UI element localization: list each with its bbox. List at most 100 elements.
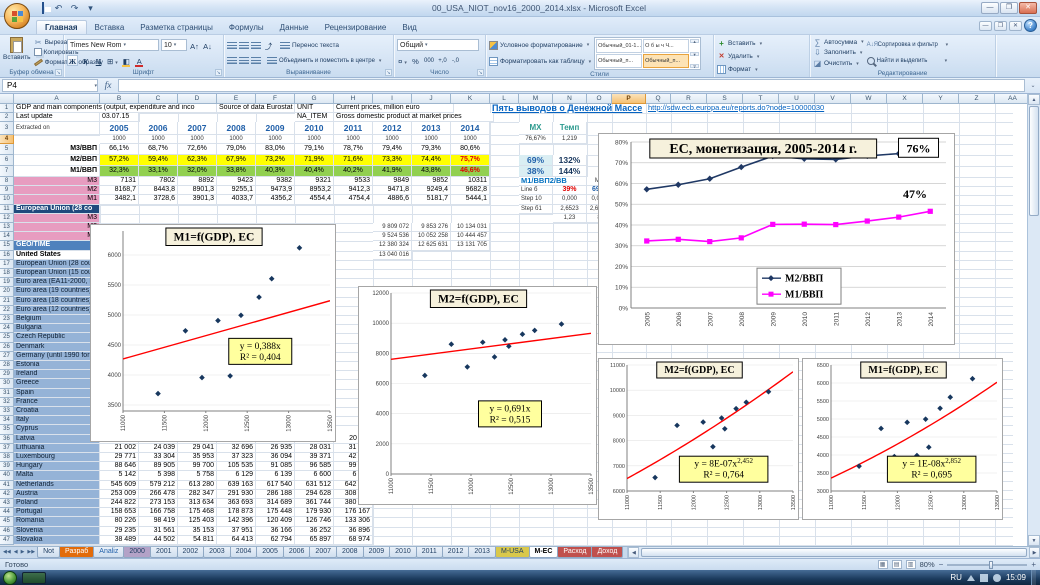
number-format-combo[interactable]: Общий▾ <box>397 39 479 51</box>
cell-A1[interactable]: GDP and main components (output, expendi… <box>14 104 217 113</box>
cell-A12[interactable]: М3 <box>14 214 100 223</box>
cell-H47[interactable]: 68 974 <box>334 536 373 545</box>
cell-C6[interactable]: 59,4% <box>139 155 178 166</box>
cell-A10[interactable]: М1 <box>14 195 100 204</box>
cell-B10[interactable]: 3482,1 <box>100 195 139 204</box>
cell-B42[interactable]: 253 009 <box>100 490 139 499</box>
column-header-U[interactable]: U <box>779 94 815 104</box>
name-box[interactable]: P4▾ <box>2 79 98 92</box>
borders-button[interactable]: ⊞▾ <box>106 55 119 66</box>
column-header-E[interactable]: E <box>217 94 256 104</box>
cell-E42[interactable]: 291 930 <box>217 490 256 499</box>
cell-C9[interactable]: 8443,8 <box>139 186 178 195</box>
cell-D45[interactable]: 125 403 <box>178 517 217 526</box>
row-header-28[interactable]: 28 <box>0 361 14 370</box>
merge-center-button[interactable]: Объединить и поместить в центре▾ <box>267 56 385 66</box>
cell-E41[interactable]: 639 163 <box>217 481 256 490</box>
cell-A26[interactable]: Denmark <box>14 343 100 352</box>
cell-A29[interactable]: Ireland <box>14 370 100 379</box>
alignment-dialog-launcher[interactable]: ↘ <box>385 69 392 76</box>
cell-A14[interactable]: М1 <box>14 232 100 241</box>
cell-K5[interactable]: 80,6% <box>451 144 490 155</box>
column-header-P[interactable]: P <box>612 94 646 104</box>
row-header-44[interactable]: 44 <box>0 508 14 517</box>
column-header-V[interactable]: V <box>815 94 851 104</box>
fill-button[interactable]: ⇩Заполнить▾ <box>813 48 864 58</box>
zoom-slider[interactable] <box>947 564 1027 566</box>
cell-A32[interactable]: France <box>14 398 100 407</box>
cell-G3[interactable]: 2010 <box>295 122 334 135</box>
cell-F8[interactable]: 9382 <box>256 177 295 186</box>
undo-button[interactable]: ↶ <box>52 2 65 14</box>
zoom-in-button[interactable]: + <box>1031 560 1036 569</box>
column-header-AA[interactable]: AA <box>995 94 1027 104</box>
row-header-10[interactable]: 10 <box>0 195 14 204</box>
scroll-down-button[interactable]: ▼ <box>1028 535 1040 546</box>
cell-F3[interactable]: 2009 <box>256 122 295 135</box>
decrease-decimal-button[interactable]: -,0 <box>450 55 461 66</box>
cell-C39[interactable]: 89 905 <box>139 462 178 471</box>
cell-H4[interactable]: 1000 <box>334 135 373 144</box>
cell-H10[interactable]: 4754,4 <box>334 195 373 204</box>
row-header-15[interactable]: 15 <box>0 241 14 250</box>
sheet-tab-2003[interactable]: 2003 <box>203 547 231 558</box>
sheet-tab-M-USA[interactable]: M-USA <box>495 547 530 558</box>
cell-G2[interactable]: NA_ITEM <box>295 113 334 122</box>
row-header-21[interactable]: 21 <box>0 297 14 306</box>
cell-I6[interactable]: 73,3% <box>373 155 412 166</box>
row-header-25[interactable]: 25 <box>0 333 14 342</box>
cell-A42[interactable]: Austria <box>14 490 100 499</box>
cell-A25[interactable]: Czech Republic <box>14 333 100 342</box>
vertical-scrollbar[interactable]: ▲ ▼ <box>1027 94 1040 546</box>
cell-G6[interactable]: 71,9% <box>295 155 334 166</box>
cell-K13[interactable]: 10 134 031 <box>451 223 490 232</box>
cell-B3[interactable]: 2005 <box>100 122 139 135</box>
sheet-tab-2007[interactable]: 2007 <box>309 547 337 558</box>
cell-D5[interactable]: 72,6% <box>178 144 217 155</box>
cell-D44[interactable]: 175 468 <box>178 508 217 517</box>
sheet-tab-2005[interactable]: 2005 <box>256 547 284 558</box>
zoom-out-button[interactable]: − <box>939 560 944 569</box>
cell-D46[interactable]: 35 153 <box>178 527 217 536</box>
clear-button[interactable]: ◪Очистить▾ <box>813 59 864 69</box>
shrink-font-button[interactable]: А↓ <box>202 40 213 51</box>
row-header-1[interactable]: 1 <box>0 104 14 113</box>
cell-C47[interactable]: 44 502 <box>139 536 178 545</box>
cell-G10[interactable]: 4554,4 <box>295 195 334 204</box>
row-header-38[interactable]: 38 <box>0 453 14 462</box>
cell-D10[interactable]: 3901,3 <box>178 195 217 204</box>
chart-eu-monetization[interactable]: 0%10%20%30%40%50%60%70%80%20052006200720… <box>598 133 955 345</box>
cell-F42[interactable]: 286 188 <box>256 490 295 499</box>
cell-B45[interactable]: 80 226 <box>100 517 139 526</box>
cell-K14[interactable]: 10 444 457 <box>451 232 490 241</box>
cell-F39[interactable]: 91 085 <box>256 462 295 471</box>
cell-B7[interactable]: 32,3% <box>100 166 139 177</box>
sort-filter-button[interactable]: А↓ЯСортировка и фильтр▾ <box>867 37 949 53</box>
cell-F38[interactable]: 36 094 <box>256 453 295 462</box>
cell-H9[interactable]: 9412,3 <box>334 186 373 195</box>
cell-G43[interactable]: 361 744 <box>295 499 334 508</box>
cell-B40[interactable]: 5 142 <box>100 471 139 480</box>
cell-G1[interactable]: UNIT <box>295 104 334 113</box>
row-header-3[interactable]: 3 <box>0 122 14 135</box>
ribbon-tab-Рецензирование[interactable]: Рецензирование <box>317 21 395 34</box>
cell-J10[interactable]: 5181,7 <box>412 195 451 204</box>
cell-K8[interactable]: 10311 <box>451 177 490 186</box>
cell-G45[interactable]: 126 746 <box>295 517 334 526</box>
cell-C37[interactable]: 24 039 <box>139 444 178 453</box>
cell-E45[interactable]: 142 396 <box>217 517 256 526</box>
cell-H2[interactable]: Gross domestic product at market prices <box>334 113 494 122</box>
row-header-39[interactable]: 39 <box>0 462 14 471</box>
align-left-icon[interactable] <box>227 57 237 64</box>
cell-B8[interactable]: 7131 <box>100 177 139 186</box>
cell-A31[interactable]: Spain <box>14 389 100 398</box>
sheet-tab-2011[interactable]: 2011 <box>416 547 443 558</box>
cell-A15[interactable]: GEO/TIME <box>14 241 100 250</box>
cell-D9[interactable]: 8901,3 <box>178 186 217 195</box>
font-color-button[interactable]: А <box>134 55 145 66</box>
cell-F5[interactable]: 83,0% <box>256 144 295 155</box>
chart-m2-gdp-power[interactable]: 6000700080009000100001100011000115001200… <box>598 358 799 520</box>
sheet-tab-2008[interactable]: 2008 <box>336 547 364 558</box>
insert-function-button[interactable]: fx <box>101 81 115 91</box>
cell-G38[interactable]: 39 371 <box>295 453 334 462</box>
